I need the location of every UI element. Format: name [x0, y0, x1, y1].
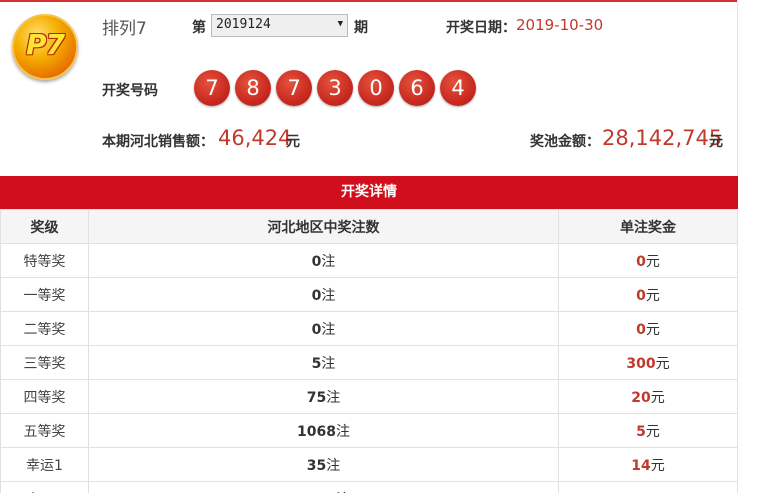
- header-amount: 单注奖金: [558, 209, 738, 244]
- table-row: 特等奖 0注 0元: [0, 243, 738, 278]
- prize-level: 幸运1: [0, 447, 89, 482]
- draw-numbers-label: 开奖号码: [102, 83, 158, 99]
- prize-level: 四等奖: [0, 379, 89, 414]
- winner-count-value: 0: [311, 321, 322, 338]
- prize-amount: 14元: [558, 447, 738, 482]
- winner-count-value: 0: [311, 253, 322, 270]
- winner-count: 0注: [88, 243, 559, 278]
- winner-count-value: 75: [306, 389, 327, 406]
- top-divider: [0, 0, 738, 2]
- prize-amount: 5元: [558, 481, 738, 493]
- amount-unit: 元: [655, 355, 670, 372]
- header-level: 奖级: [0, 209, 89, 244]
- table-row: 四等奖 75注 20元: [0, 379, 738, 414]
- draw-date-label: 开奖日期：: [446, 20, 516, 36]
- prize-level: 一等奖: [0, 277, 89, 312]
- details-header: 开奖详情: [0, 176, 738, 209]
- number-ball: 6: [399, 70, 435, 106]
- prize-amount-value: 0: [636, 253, 646, 270]
- table-row: 二等奖 0注 0元: [0, 311, 738, 346]
- draw-number-balls: 7 8 7 3 0 6 4: [194, 70, 481, 106]
- winner-count: 2068注: [88, 481, 559, 493]
- prize-table: 奖级 河北地区中奖注数 单注奖金 特等奖 0注 0元 一等奖 0注 0元 二等奖 0注 0元 三等…: [0, 209, 738, 493]
- prize-amount-value: 300: [626, 355, 656, 372]
- dropdown-arrow-icon: ▼: [337, 19, 343, 29]
- sales-value: 46,424: [218, 126, 292, 150]
- prize-amount-value: 5: [636, 423, 646, 440]
- amount-unit: 元: [650, 457, 665, 474]
- winner-count: 0注: [88, 311, 559, 346]
- winner-count-value: 0: [311, 287, 322, 304]
- winner-count: 0注: [88, 277, 559, 312]
- count-unit: 注: [326, 389, 341, 406]
- count-unit: 注: [321, 287, 336, 304]
- table-row: 一等奖 0注 0元: [0, 277, 738, 312]
- winner-count: 35注: [88, 447, 559, 482]
- game-name: 排列7: [102, 19, 147, 39]
- logo-text: P7: [25, 28, 65, 61]
- amount-unit: 元: [645, 253, 660, 270]
- count-unit: 注: [321, 253, 336, 270]
- winner-count: 5注: [88, 345, 559, 380]
- number-ball: 3: [317, 70, 353, 106]
- winner-count-value: 1068: [297, 423, 336, 440]
- prize-level: 特等奖: [0, 243, 89, 278]
- amount-unit: 元: [645, 287, 660, 304]
- prize-amount: 5元: [558, 413, 738, 448]
- count-unit: 注: [321, 321, 336, 338]
- pool-label: 奖池金额：: [530, 134, 600, 150]
- winner-count: 75注: [88, 379, 559, 414]
- header-count: 河北地区中奖注数: [88, 209, 559, 244]
- issue-select[interactable]: 2019124 ▼: [211, 14, 348, 37]
- table-row: 三等奖 5注 300元: [0, 345, 738, 380]
- number-ball: 7: [194, 70, 230, 106]
- count-unit: 注: [326, 457, 341, 474]
- count-unit: 注: [335, 423, 350, 440]
- prize-amount: 300元: [558, 345, 738, 380]
- prize-level: 三等奖: [0, 345, 89, 380]
- amount-unit: 元: [645, 321, 660, 338]
- table-header-row: 奖级 河北地区中奖注数 单注奖金: [0, 209, 738, 244]
- pool-unit: 元: [709, 134, 723, 150]
- prize-level: 二等奖: [0, 311, 89, 346]
- amount-unit: 元: [645, 423, 660, 440]
- number-ball: 8: [235, 70, 271, 106]
- issue-selected-value: 2019124: [216, 17, 271, 32]
- prize-amount: 20元: [558, 379, 738, 414]
- prize-amount: 0元: [558, 311, 738, 346]
- winner-count-value: 35: [306, 457, 327, 474]
- winner-count: 1068注: [88, 413, 559, 448]
- issue-suffix: 期: [354, 20, 368, 36]
- number-ball: 7: [276, 70, 312, 106]
- p7-logo-icon: P7: [12, 14, 78, 80]
- sales-label: 本期河北销售额：: [102, 134, 214, 150]
- draw-date-value: 2019-10-30: [516, 16, 604, 34]
- sales-unit: 元: [286, 134, 300, 150]
- table-row: 幸运22068注5元: [0, 481, 738, 493]
- number-ball: 0: [358, 70, 394, 106]
- prize-amount: 0元: [558, 243, 738, 278]
- prize-amount-value: 14: [631, 457, 651, 474]
- amount-unit: 元: [650, 389, 665, 406]
- prize-amount-value: 0: [636, 321, 646, 338]
- number-ball: 4: [440, 70, 476, 106]
- prize-amount: 0元: [558, 277, 738, 312]
- issue-prefix: 第: [192, 20, 206, 36]
- winner-count-value: 5: [311, 355, 322, 372]
- prize-amount-value: 0: [636, 287, 646, 304]
- table-row: 幸运1 35注 14元: [0, 447, 738, 482]
- prize-amount-value: 20: [631, 389, 651, 406]
- prize-level: 五等奖: [0, 413, 89, 448]
- table-row: 五等奖 1068注 5元: [0, 413, 738, 448]
- prize-level: 幸运2: [0, 481, 89, 493]
- count-unit: 注: [321, 355, 336, 372]
- pool-value: 28,142,745: [602, 126, 723, 150]
